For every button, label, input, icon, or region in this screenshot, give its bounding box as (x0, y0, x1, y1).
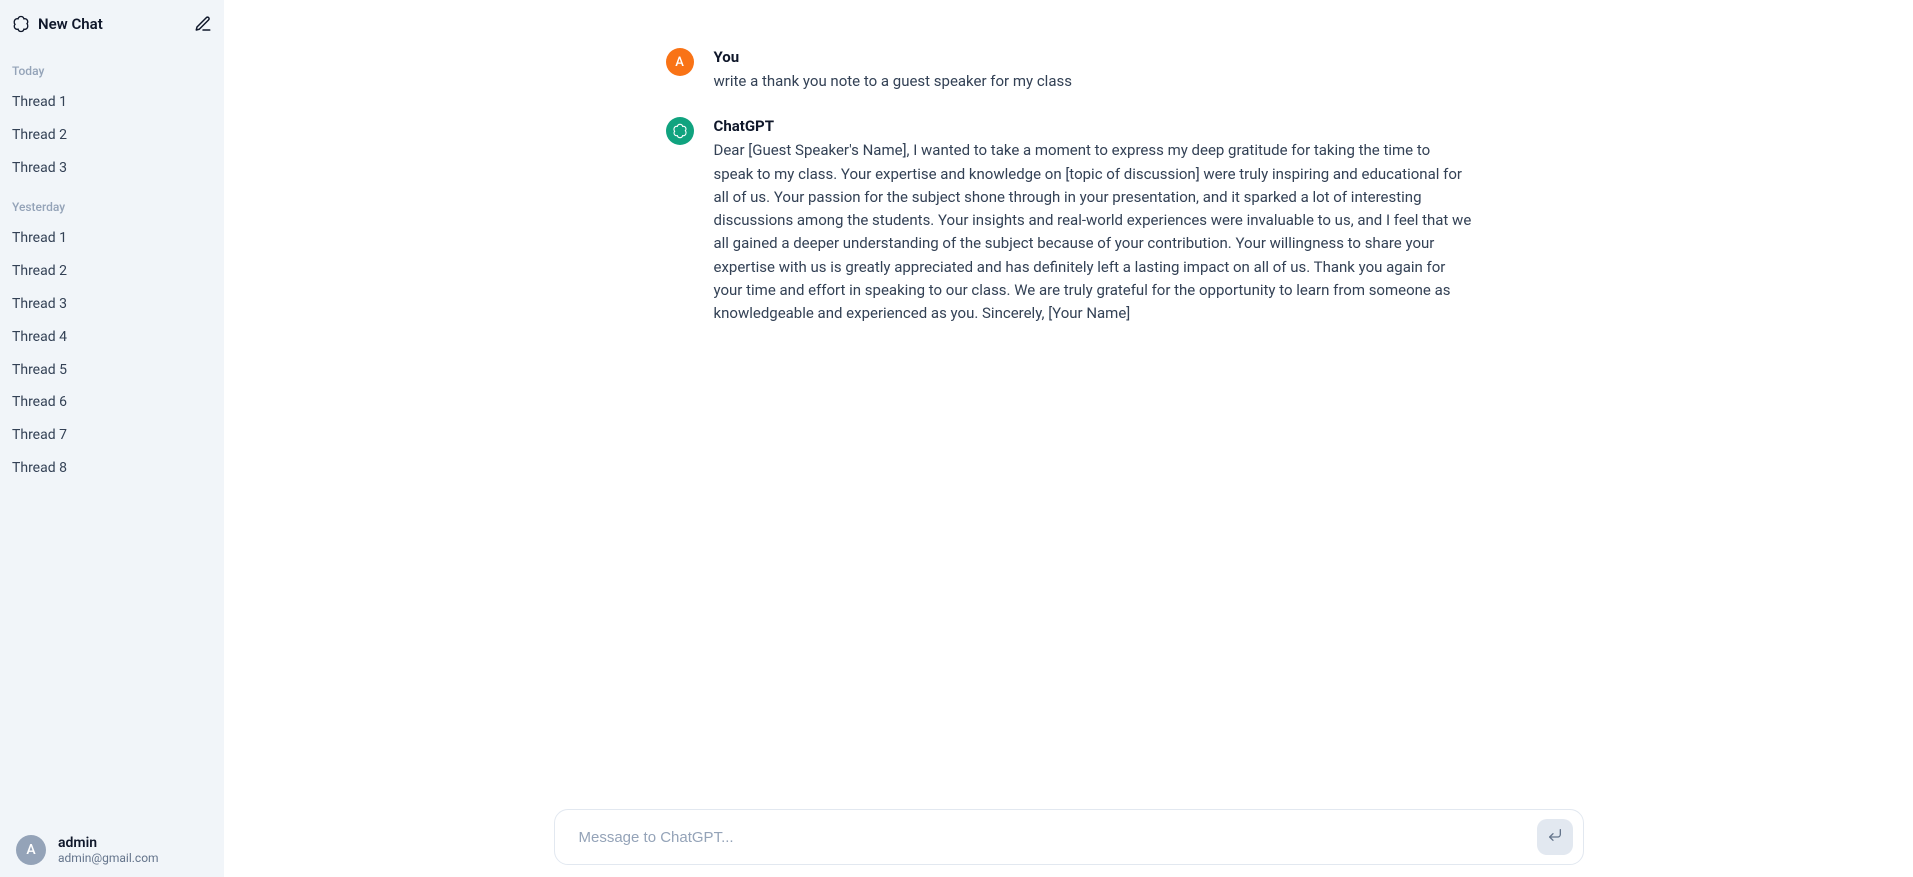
user-message: A You write a thank you note to a guest … (654, 48, 1484, 93)
thread-item[interactable]: Thread 2 (12, 119, 212, 152)
sidebar: New Chat TodayThread 1Thread 2Thread 3Ye… (0, 0, 224, 877)
thread-group-label: Yesterday (12, 196, 212, 222)
sender-label: ChatGPT (714, 117, 1472, 135)
thread-item[interactable]: Thread 3 (12, 288, 212, 321)
thread-item[interactable]: Thread 8 (12, 452, 212, 485)
message-input[interactable] (579, 829, 1537, 846)
conversation: A You write a thank you note to a guest … (224, 0, 1913, 877)
send-button[interactable] (1537, 819, 1573, 855)
sender-label: You (714, 48, 1472, 66)
new-chat-label: New Chat (38, 15, 103, 33)
enter-icon (1547, 827, 1563, 847)
message-text: Dear [Guest Speaker's Name], I wanted to… (714, 139, 1472, 325)
thread-group: TodayThread 1Thread 2Thread 3 (12, 60, 212, 184)
thread-group: YesterdayThread 1Thread 2Thread 3Thread … (12, 196, 212, 484)
composer (554, 809, 1584, 865)
user-info: admin admin@gmail.com (58, 835, 159, 865)
thread-item[interactable]: Thread 7 (12, 419, 212, 452)
user-menu[interactable]: A admin admin@gmail.com (0, 823, 224, 877)
thread-item[interactable]: Thread 1 (12, 222, 212, 255)
thread-item[interactable]: Thread 5 (12, 354, 212, 387)
avatar (666, 117, 694, 145)
main-area: A You write a thank you note to a guest … (224, 0, 1913, 877)
assistant-message: ChatGPT Dear [Guest Speaker's Name], I w… (654, 117, 1484, 325)
message-text: write a thank you note to a guest speake… (714, 70, 1472, 93)
user-email: admin@gmail.com (58, 851, 159, 865)
user-avatar: A (16, 835, 46, 865)
thread-group-label: Today (12, 60, 212, 86)
new-chat-button[interactable]: New Chat (12, 15, 103, 33)
thread-item[interactable]: Thread 4 (12, 321, 212, 354)
thread-item[interactable]: Thread 3 (12, 152, 212, 185)
openai-logo-icon (12, 15, 30, 33)
user-name: admin (58, 835, 159, 851)
composer-area (224, 809, 1913, 865)
thread-list: TodayThread 1Thread 2Thread 3YesterdayTh… (0, 48, 224, 823)
assistant-message-avatar (666, 117, 694, 145)
thread-item[interactable]: Thread 1 (12, 86, 212, 119)
sidebar-header: New Chat (0, 0, 224, 48)
message-body: ChatGPT Dear [Guest Speaker's Name], I w… (714, 117, 1472, 325)
thread-item[interactable]: Thread 6 (12, 386, 212, 419)
thread-item[interactable]: Thread 2 (12, 255, 212, 288)
compose-icon[interactable] (194, 15, 212, 33)
user-message-avatar: A (666, 48, 694, 76)
avatar: A (666, 48, 694, 76)
message-body: You write a thank you note to a guest sp… (714, 48, 1472, 93)
